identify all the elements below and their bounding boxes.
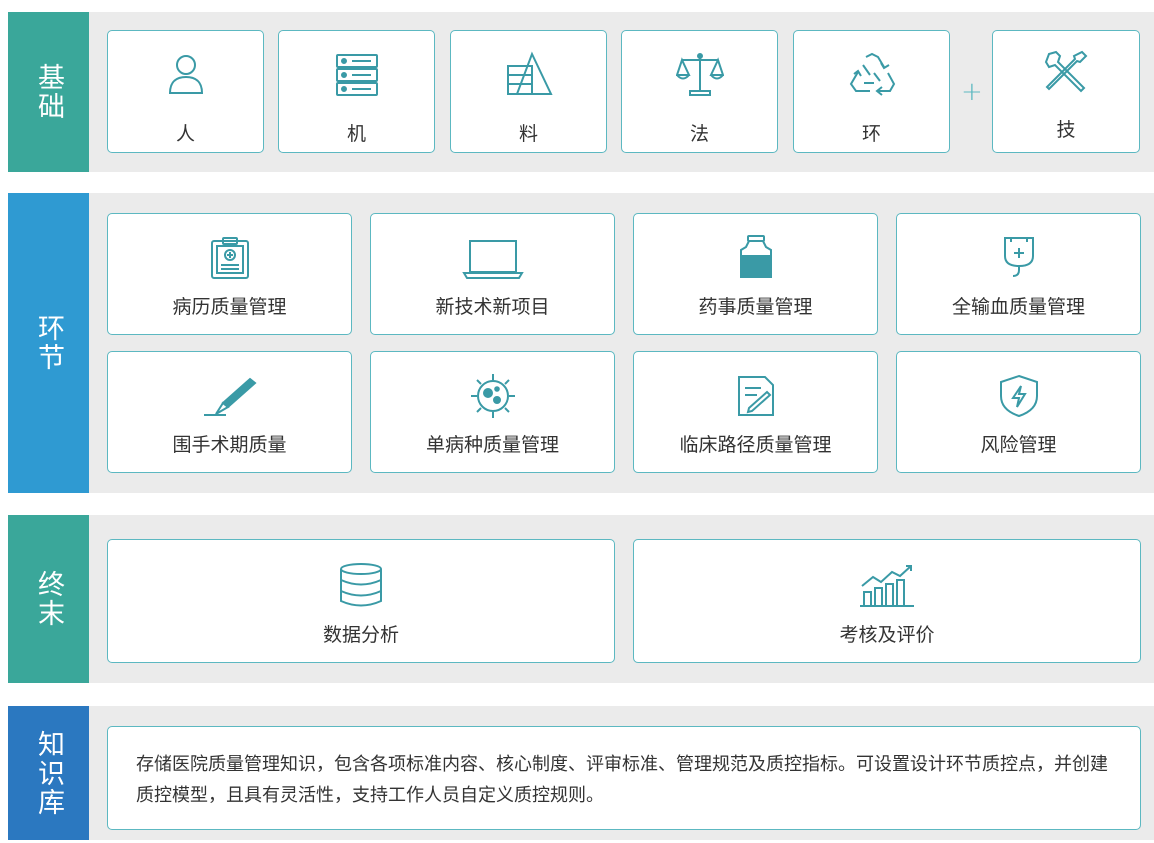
clipboard-icon <box>209 236 251 280</box>
foundation-item-environment[interactable]: 环 <box>793 30 950 153</box>
foundation-item-technology[interactable]: 技 <box>992 30 1140 153</box>
foundation-item-label: 机 <box>346 123 366 145</box>
server-icon <box>334 53 380 97</box>
knowledge-description: 存储医院质量管理知识，包含各项标准内容、核心制度、评审标准、管理规范及质控指标。… <box>136 754 1108 806</box>
links-tag: 环节 <box>8 193 89 493</box>
material-icon <box>504 51 554 97</box>
links-item-single-disease[interactable]: 单病种质量管理 <box>370 351 615 473</box>
foundation-item-label: 人 <box>175 123 195 145</box>
knowledge-tag: 知识库 <box>8 706 89 840</box>
links-item-risk[interactable]: 风险管理 <box>896 351 1141 473</box>
links-item-label: 单病种质量管理 <box>425 434 559 456</box>
links-item-perioperative[interactable]: 围手术期质量 <box>107 351 352 473</box>
foundation-item-method[interactable]: 法 <box>621 30 778 153</box>
terminal-section: 终末 数据分析 考核及评价 <box>8 515 1154 683</box>
links-item-label: 临床路径质量管理 <box>679 434 832 456</box>
foundation-item-label: 料 <box>518 123 538 145</box>
knowledge-description-card: 存储医院质量管理知识，包含各项标准内容、核心制度、评审标准、管理规范及质控指标。… <box>107 726 1141 830</box>
recycle-icon <box>848 51 896 97</box>
foundation-item-person[interactable]: 人 <box>107 30 264 153</box>
tools-icon <box>1044 49 1088 93</box>
foundation-item-label: 法 <box>689 123 709 145</box>
links-item-transfusion[interactable]: 全输血质量管理 <box>896 213 1141 335</box>
document-edit-icon <box>735 374 777 418</box>
foundation-tag: 基础 <box>8 12 89 172</box>
links-item-label: 全输血质量管理 <box>951 296 1085 318</box>
links-item-medical-record[interactable]: 病历质量管理 <box>107 213 352 335</box>
links-item-label: 新技术新项目 <box>435 296 550 318</box>
blood-bag-icon <box>999 234 1039 280</box>
foundation-item-label: 环 <box>861 123 881 145</box>
plus-sign: + <box>961 77 983 107</box>
scalpel-icon <box>202 376 258 418</box>
foundation-item-material[interactable]: 料 <box>450 30 607 153</box>
links-item-label: 风险管理 <box>980 434 1057 456</box>
terminal-item-data-analysis[interactable]: 数据分析 <box>107 539 615 663</box>
medicine-bottle-icon <box>737 234 775 280</box>
foundation-section: 基础 人 机 料 法 环 + 技 <box>8 12 1154 172</box>
database-icon <box>338 562 384 608</box>
links-item-label: 病历质量管理 <box>172 296 287 318</box>
links-item-clinical-pathway[interactable]: 临床路径质量管理 <box>633 351 878 473</box>
terminal-item-assessment[interactable]: 考核及评价 <box>633 539 1141 663</box>
foundation-item-label: 技 <box>1056 119 1076 141</box>
shield-bolt-icon <box>998 374 1040 418</box>
bar-chart-icon <box>859 562 915 608</box>
terminal-tag: 终末 <box>8 515 89 683</box>
links-item-label: 围手术期质量 <box>172 434 287 456</box>
knowledge-section: 知识库 存储医院质量管理知识，包含各项标准内容、核心制度、评审标准、管理规范及质… <box>8 706 1154 840</box>
links-item-pharmacy[interactable]: 药事质量管理 <box>633 213 878 335</box>
foundation-item-machine[interactable]: 机 <box>278 30 435 153</box>
terminal-item-label: 数据分析 <box>322 624 399 646</box>
terminal-item-label: 考核及评价 <box>839 624 935 646</box>
scale-icon <box>675 51 724 97</box>
virus-icon <box>468 372 518 420</box>
person-icon <box>164 51 208 97</box>
laptop-icon <box>461 238 524 280</box>
links-item-label: 药事质量管理 <box>698 296 813 318</box>
links-item-new-tech[interactable]: 新技术新项目 <box>370 213 615 335</box>
links-section: 环节 病历质量管理 新技术新项目 药事质量管理 全输血质量管理 围手术期质量 单… <box>8 193 1154 493</box>
